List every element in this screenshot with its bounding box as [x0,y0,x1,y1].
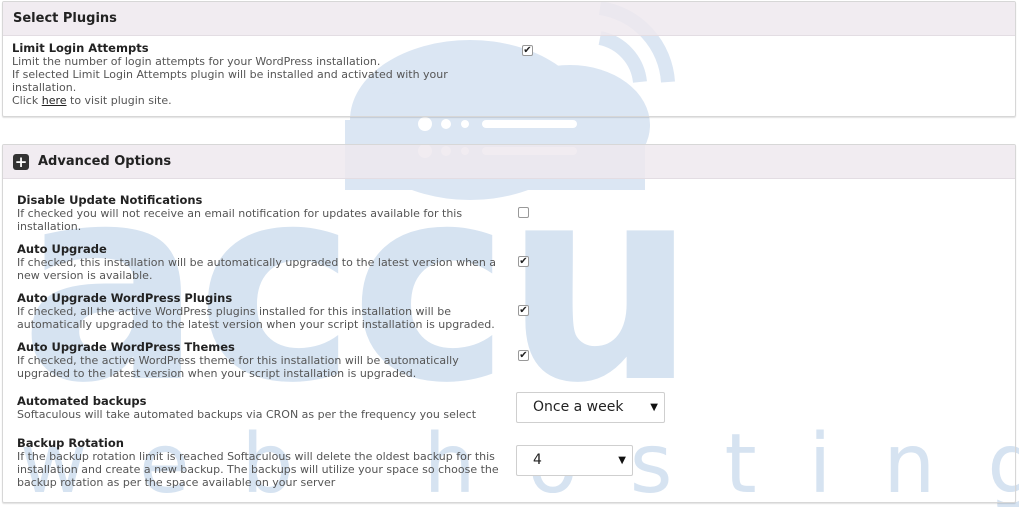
automated-backups-desc: Softaculous will take automated backups … [17,408,477,421]
automated-backups-label: Automated backups [17,394,147,408]
auto-upgrade-plugins-checkbox[interactable]: ✔ [518,305,529,316]
auto-upgrade-themes-label: Auto Upgrade WordPress Themes [17,340,235,354]
plugin-site-link[interactable]: here [42,94,67,107]
click-suffix: to visit plugin site. [66,94,172,107]
dropdown-arrow-icon: ▼ [618,455,626,466]
automated-backups-value: Once a week [533,399,624,415]
auto-upgrade-checkbox[interactable]: ✔ [518,256,529,267]
auto-upgrade-themes-checkbox[interactable]: ✔ [518,350,529,361]
automated-backups-select[interactable]: Once a week ▼ [516,392,665,423]
auto-upgrade-plugins-desc: If checked, all the active WordPress plu… [17,305,495,331]
limit-login-label: Limit Login Attempts [12,41,149,55]
click-prefix: Click [12,94,42,107]
advanced-options-panel: + Advanced Options Disable Update Notifi… [2,144,1016,503]
expand-plus-icon[interactable]: + [13,153,29,170]
backup-rotation-select[interactable]: 4 ▼ [516,445,633,476]
limit-login-checkbox[interactable]: ✔ [522,45,533,56]
advanced-options-title: Advanced Options [38,154,172,169]
backup-rotation-desc: If the backup rotation limit is reached … [17,450,499,489]
disable-update-desc: If checked you will not receive an email… [17,207,463,233]
limit-login-click-line: Click here to visit plugin site. [12,94,462,107]
dropdown-arrow-icon: ▼ [650,402,658,413]
select-plugins-panel: Select Plugins Limit Login Attempts Limi… [2,1,1016,117]
auto-upgrade-plugins-label: Auto Upgrade WordPress Plugins [17,291,233,305]
auto-upgrade-themes-desc: If checked, the active WordPress theme f… [17,354,459,380]
limit-login-desc-1: Limit the number of login attempts for y… [12,55,381,68]
select-plugins-title: Select Plugins [13,11,117,26]
disable-update-checkbox[interactable] [518,207,529,218]
advanced-options-header[interactable]: + Advanced Options [3,145,1015,179]
backup-rotation-label: Backup Rotation [17,436,124,450]
auto-upgrade-label: Auto Upgrade [17,242,107,256]
disable-update-label: Disable Update Notifications [17,193,203,207]
limit-login-desc-2: If selected Limit Login Attempts plugin … [12,68,448,94]
auto-upgrade-desc: If checked, this installation will be au… [17,256,497,282]
select-plugins-header: Select Plugins [3,2,1015,36]
backup-rotation-value: 4 [533,452,542,468]
